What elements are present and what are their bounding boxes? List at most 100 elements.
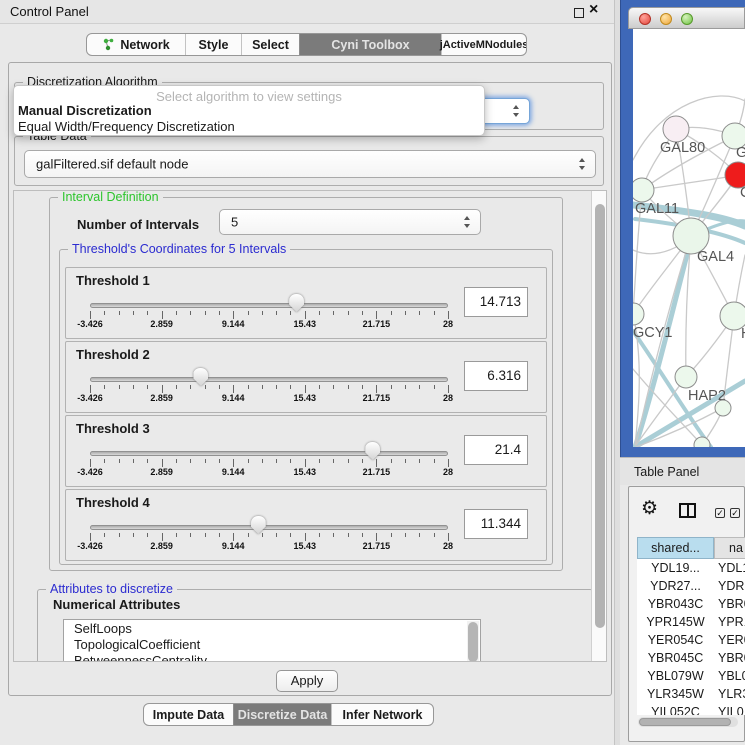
- network-view-canvas[interactable]: GAL80GACGAL11GAL4GCY1HHAP2: [633, 29, 745, 447]
- table-row[interactable]: YIL052CYIL0: [637, 703, 745, 715]
- network-node[interactable]: [715, 400, 731, 416]
- tab-network[interactable]: Network: [87, 34, 185, 55]
- table-horizontal-scrollbar[interactable]: [638, 717, 738, 727]
- column-view-icon[interactable]: [679, 503, 696, 518]
- table-row[interactable]: YBL079WYBL0: [637, 667, 745, 685]
- numerical-attributes-label: Numerical Attributes: [53, 597, 180, 612]
- gear-icon[interactable]: ⚙: [641, 499, 658, 518]
- threshold-value-field[interactable]: 6.316: [464, 361, 528, 391]
- slider-track[interactable]: [90, 525, 448, 530]
- threshold-value-field[interactable]: 11.344: [464, 509, 528, 539]
- tick-mark: [119, 311, 120, 315]
- tick-mark: [290, 533, 291, 537]
- attribute-list-item[interactable]: SelfLoops: [64, 620, 480, 636]
- slider-track[interactable]: [90, 303, 448, 308]
- slider-thumb[interactable]: [365, 442, 380, 460]
- threshold-value-field[interactable]: 14.713: [464, 287, 528, 317]
- table-row[interactable]: YBR045CYBR0: [637, 649, 745, 667]
- tab-infer-network[interactable]: Infer Network: [331, 704, 433, 725]
- panel-scrollbar-thumb[interactable]: [595, 204, 605, 628]
- tick-mark: [248, 311, 249, 315]
- tick-mark: [219, 385, 220, 389]
- tick-mark: [305, 533, 306, 541]
- slider-thumb[interactable]: [289, 294, 304, 312]
- tick-mark: [219, 459, 220, 463]
- table-row[interactable]: YDR27...YDR2: [637, 577, 745, 595]
- table-row[interactable]: YBR043CYBR0: [637, 595, 745, 613]
- minimize-light-icon[interactable]: [660, 13, 672, 25]
- tick-mark: [276, 385, 277, 389]
- algorithm-option[interactable]: Equal Width/Frequency Discretization: [18, 119, 482, 135]
- table-column-header[interactable]: shared...: [637, 537, 714, 559]
- tick-mark: [391, 533, 392, 537]
- tick-mark: [190, 311, 191, 315]
- apply-button[interactable]: Apply: [276, 670, 338, 692]
- tick-mark: [147, 311, 148, 315]
- tick-mark: [376, 311, 377, 319]
- slider-thumb[interactable]: [251, 516, 266, 534]
- table-panel: ⚙ ✓ ✓ shared...na YDL19...YDL1YDR27...YD…: [628, 486, 745, 742]
- tab-jactivemnodules[interactable]: jActiveMNodules: [441, 34, 526, 55]
- tick-label: 9.144: [222, 467, 245, 477]
- table-row[interactable]: YPR145WYPR1: [637, 613, 745, 631]
- tab-select[interactable]: Select: [241, 34, 299, 55]
- tick-mark: [448, 311, 449, 319]
- table-scrollbar-thumb[interactable]: [639, 718, 731, 726]
- threshold-value-field[interactable]: 21.4: [464, 435, 528, 465]
- tab-style[interactable]: Style: [185, 34, 241, 55]
- list-scrollbar[interactable]: [467, 621, 479, 662]
- table-row[interactable]: YDL19...YDL1: [637, 559, 745, 577]
- table-row[interactable]: YER054CYER0: [637, 631, 745, 649]
- slider-ticks: [90, 533, 449, 541]
- network-edge: [642, 175, 738, 190]
- checkbox-icon[interactable]: ✓: [730, 508, 740, 518]
- numerical-attributes-list[interactable]: SelfLoopsTopologicalCoefficientBetweenne…: [63, 619, 481, 662]
- zoom-light-icon[interactable]: [681, 13, 693, 25]
- slider-thumb[interactable]: [193, 368, 208, 386]
- number-of-intervals-combobox[interactable]: 5: [219, 209, 481, 235]
- tick-mark: [119, 459, 120, 463]
- float-panel-button[interactable]: [574, 8, 584, 18]
- control-panel-title: Control Panel: [10, 4, 89, 19]
- slider-tick-labels: -3.4262.8599.14415.4321.71528: [90, 467, 449, 478]
- network-node-gal80[interactable]: [663, 116, 689, 142]
- tick-mark: [262, 385, 263, 389]
- tick-mark: [405, 533, 406, 537]
- attribute-list-item[interactable]: TopologicalCoefficient: [64, 636, 480, 652]
- list-scrollbar-thumb[interactable]: [468, 622, 478, 662]
- table-row[interactable]: YLR345WYLR3: [637, 685, 745, 703]
- tab-cyni-toolbox[interactable]: Cyni Toolbox: [299, 34, 441, 55]
- number-of-intervals-label: Number of Intervals: [77, 217, 199, 232]
- network-node-gcy1[interactable]: [633, 303, 644, 325]
- panel-scrollbar[interactable]: [591, 191, 607, 662]
- table-cell: YDL19...: [637, 559, 714, 577]
- algorithm-option[interactable]: Manual Discretization: [18, 103, 482, 119]
- network-icon: [102, 38, 115, 51]
- table-column-header[interactable]: na: [714, 537, 745, 559]
- close-panel-icon[interactable]: ×: [589, 1, 598, 19]
- tab-label: Discretize Data: [238, 708, 328, 722]
- slider-track[interactable]: [90, 377, 448, 382]
- tick-mark: [133, 385, 134, 389]
- tab-impute-data[interactable]: Impute Data: [144, 704, 233, 725]
- attributes-group-label: Attributes to discretize: [46, 582, 177, 596]
- combo-stepper-icon: [579, 158, 586, 170]
- tick-mark: [276, 459, 277, 463]
- network-window-titlebar[interactable]: [628, 7, 745, 29]
- tick-mark: [190, 533, 191, 537]
- attribute-list-item[interactable]: BetweennessCentrality: [64, 652, 480, 662]
- tick-mark: [333, 459, 334, 463]
- table-data-combobox[interactable]: galFiltered.sif default node: [24, 150, 596, 178]
- tick-mark: [434, 311, 435, 315]
- close-light-icon[interactable]: [639, 13, 651, 25]
- network-node-gal11[interactable]: [633, 178, 654, 202]
- tick-mark: [305, 385, 306, 393]
- slider-track[interactable]: [90, 451, 448, 456]
- tick-mark: [147, 533, 148, 537]
- network-graph: GAL80GACGAL11GAL4GCY1HHAP2: [633, 29, 745, 447]
- tab-discretize-data[interactable]: Discretize Data: [233, 704, 331, 725]
- network-node-hap2[interactable]: [675, 366, 697, 388]
- tick-mark: [205, 459, 206, 463]
- tick-mark: [205, 533, 206, 537]
- checkbox-icon[interactable]: ✓: [715, 508, 725, 518]
